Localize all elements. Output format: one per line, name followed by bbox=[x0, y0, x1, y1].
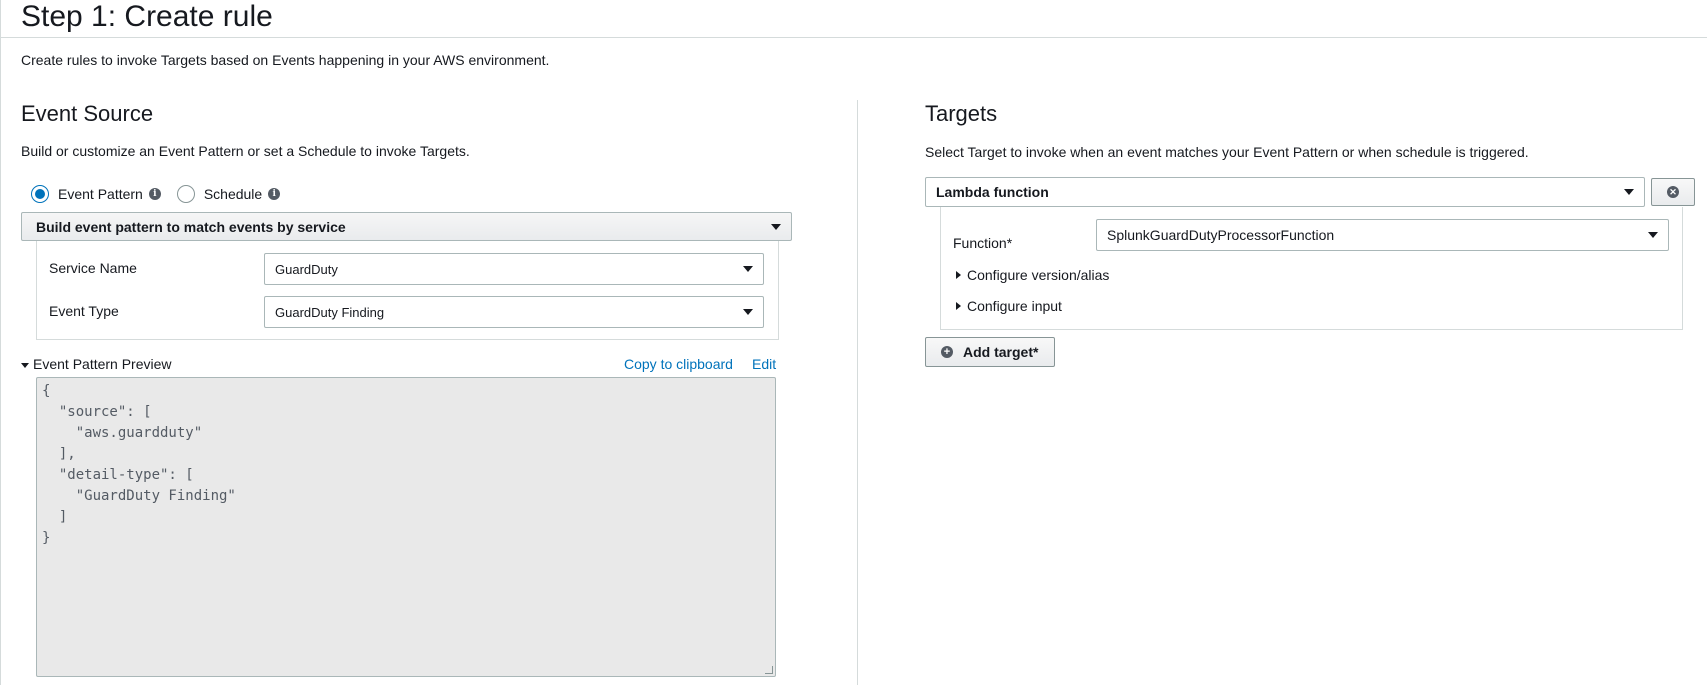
configure-input-label: Configure input bbox=[967, 298, 1062, 314]
page-description: Create rules to invoke Targets based on … bbox=[21, 52, 550, 68]
caret-down-icon bbox=[743, 266, 753, 272]
targets-title: Targets bbox=[925, 101, 998, 126]
caret-down-icon bbox=[771, 223, 781, 230]
caret-down-icon bbox=[1624, 189, 1634, 195]
builder-dropdown-label: Build event pattern to match events by s… bbox=[36, 218, 346, 235]
copy-to-clipboard-link[interactable]: Copy to clipboard bbox=[624, 356, 733, 372]
service-name-select[interactable]: GuardDuty bbox=[264, 253, 764, 285]
info-icon[interactable]: i bbox=[268, 188, 281, 200]
add-target-button[interactable]: + Add target* bbox=[925, 337, 1055, 367]
schedule-radio-label[interactable]: Schedule bbox=[204, 186, 262, 202]
collapse-triangle-icon[interactable] bbox=[21, 362, 29, 368]
caret-down-icon bbox=[1648, 232, 1658, 238]
remove-target-button[interactable]: ✕ bbox=[1651, 178, 1695, 206]
target-type-value: Lambda function bbox=[936, 184, 1049, 200]
event-pattern-radio-label[interactable]: Event Pattern bbox=[58, 186, 143, 202]
event-type-value: GuardDuty Finding bbox=[275, 304, 385, 320]
event-pattern-code: { "source": [ "aws.guardduty" ], "detail… bbox=[42, 383, 236, 546]
page-title: Step 1: Create rule bbox=[21, 0, 273, 33]
radio-selected-dot bbox=[35, 189, 45, 199]
event-pattern-textarea[interactable]: { "source": [ "aws.guardduty" ], "detail… bbox=[36, 377, 776, 677]
event-type-label: Event Type bbox=[49, 303, 119, 319]
add-target-label: Add target* bbox=[963, 344, 1039, 360]
schedule-radio[interactable] bbox=[176, 185, 195, 203]
edit-link[interactable]: Edit bbox=[752, 356, 776, 372]
expand-triangle-icon bbox=[956, 302, 961, 310]
function-select[interactable]: SplunkGuardDutyProcessorFunction bbox=[1096, 219, 1669, 251]
expand-triangle-icon bbox=[956, 271, 961, 279]
configure-input-toggle[interactable]: Configure input bbox=[956, 298, 1062, 314]
source-type-radio-group: Event Pattern i Schedule i bbox=[31, 183, 281, 205]
event-pattern-builder-dropdown[interactable]: Build event pattern to match events by s… bbox=[21, 212, 792, 241]
configure-version-toggle[interactable]: Configure version/alias bbox=[956, 267, 1109, 283]
configure-version-label: Configure version/alias bbox=[967, 267, 1110, 283]
event-source-description: Build or customize an Event Pattern or s… bbox=[21, 143, 470, 159]
event-source-title: Event Source bbox=[21, 101, 154, 126]
service-name-value: GuardDuty bbox=[275, 261, 338, 277]
function-label: Function* bbox=[953, 235, 1013, 251]
function-value: SplunkGuardDutyProcessorFunction bbox=[1107, 227, 1335, 243]
target-type-select[interactable]: Lambda function bbox=[925, 177, 1645, 207]
event-pattern-preview-label[interactable]: Event Pattern Preview bbox=[33, 356, 172, 372]
service-name-label: Service Name bbox=[49, 260, 137, 276]
info-icon[interactable]: i bbox=[148, 188, 161, 200]
event-pattern-radio[interactable] bbox=[31, 185, 49, 203]
targets-description: Select Target to invoke when an event ma… bbox=[925, 144, 1529, 160]
left-border bbox=[0, 0, 1, 685]
event-type-select[interactable]: GuardDuty Finding bbox=[264, 296, 764, 328]
page-header: Step 1: Create rule bbox=[0, 0, 1707, 38]
close-circle-icon: ✕ bbox=[1667, 186, 1679, 198]
caret-down-icon bbox=[743, 309, 753, 315]
plus-circle-icon: + bbox=[941, 346, 953, 358]
column-divider bbox=[857, 100, 858, 685]
resize-handle[interactable] bbox=[765, 666, 773, 674]
